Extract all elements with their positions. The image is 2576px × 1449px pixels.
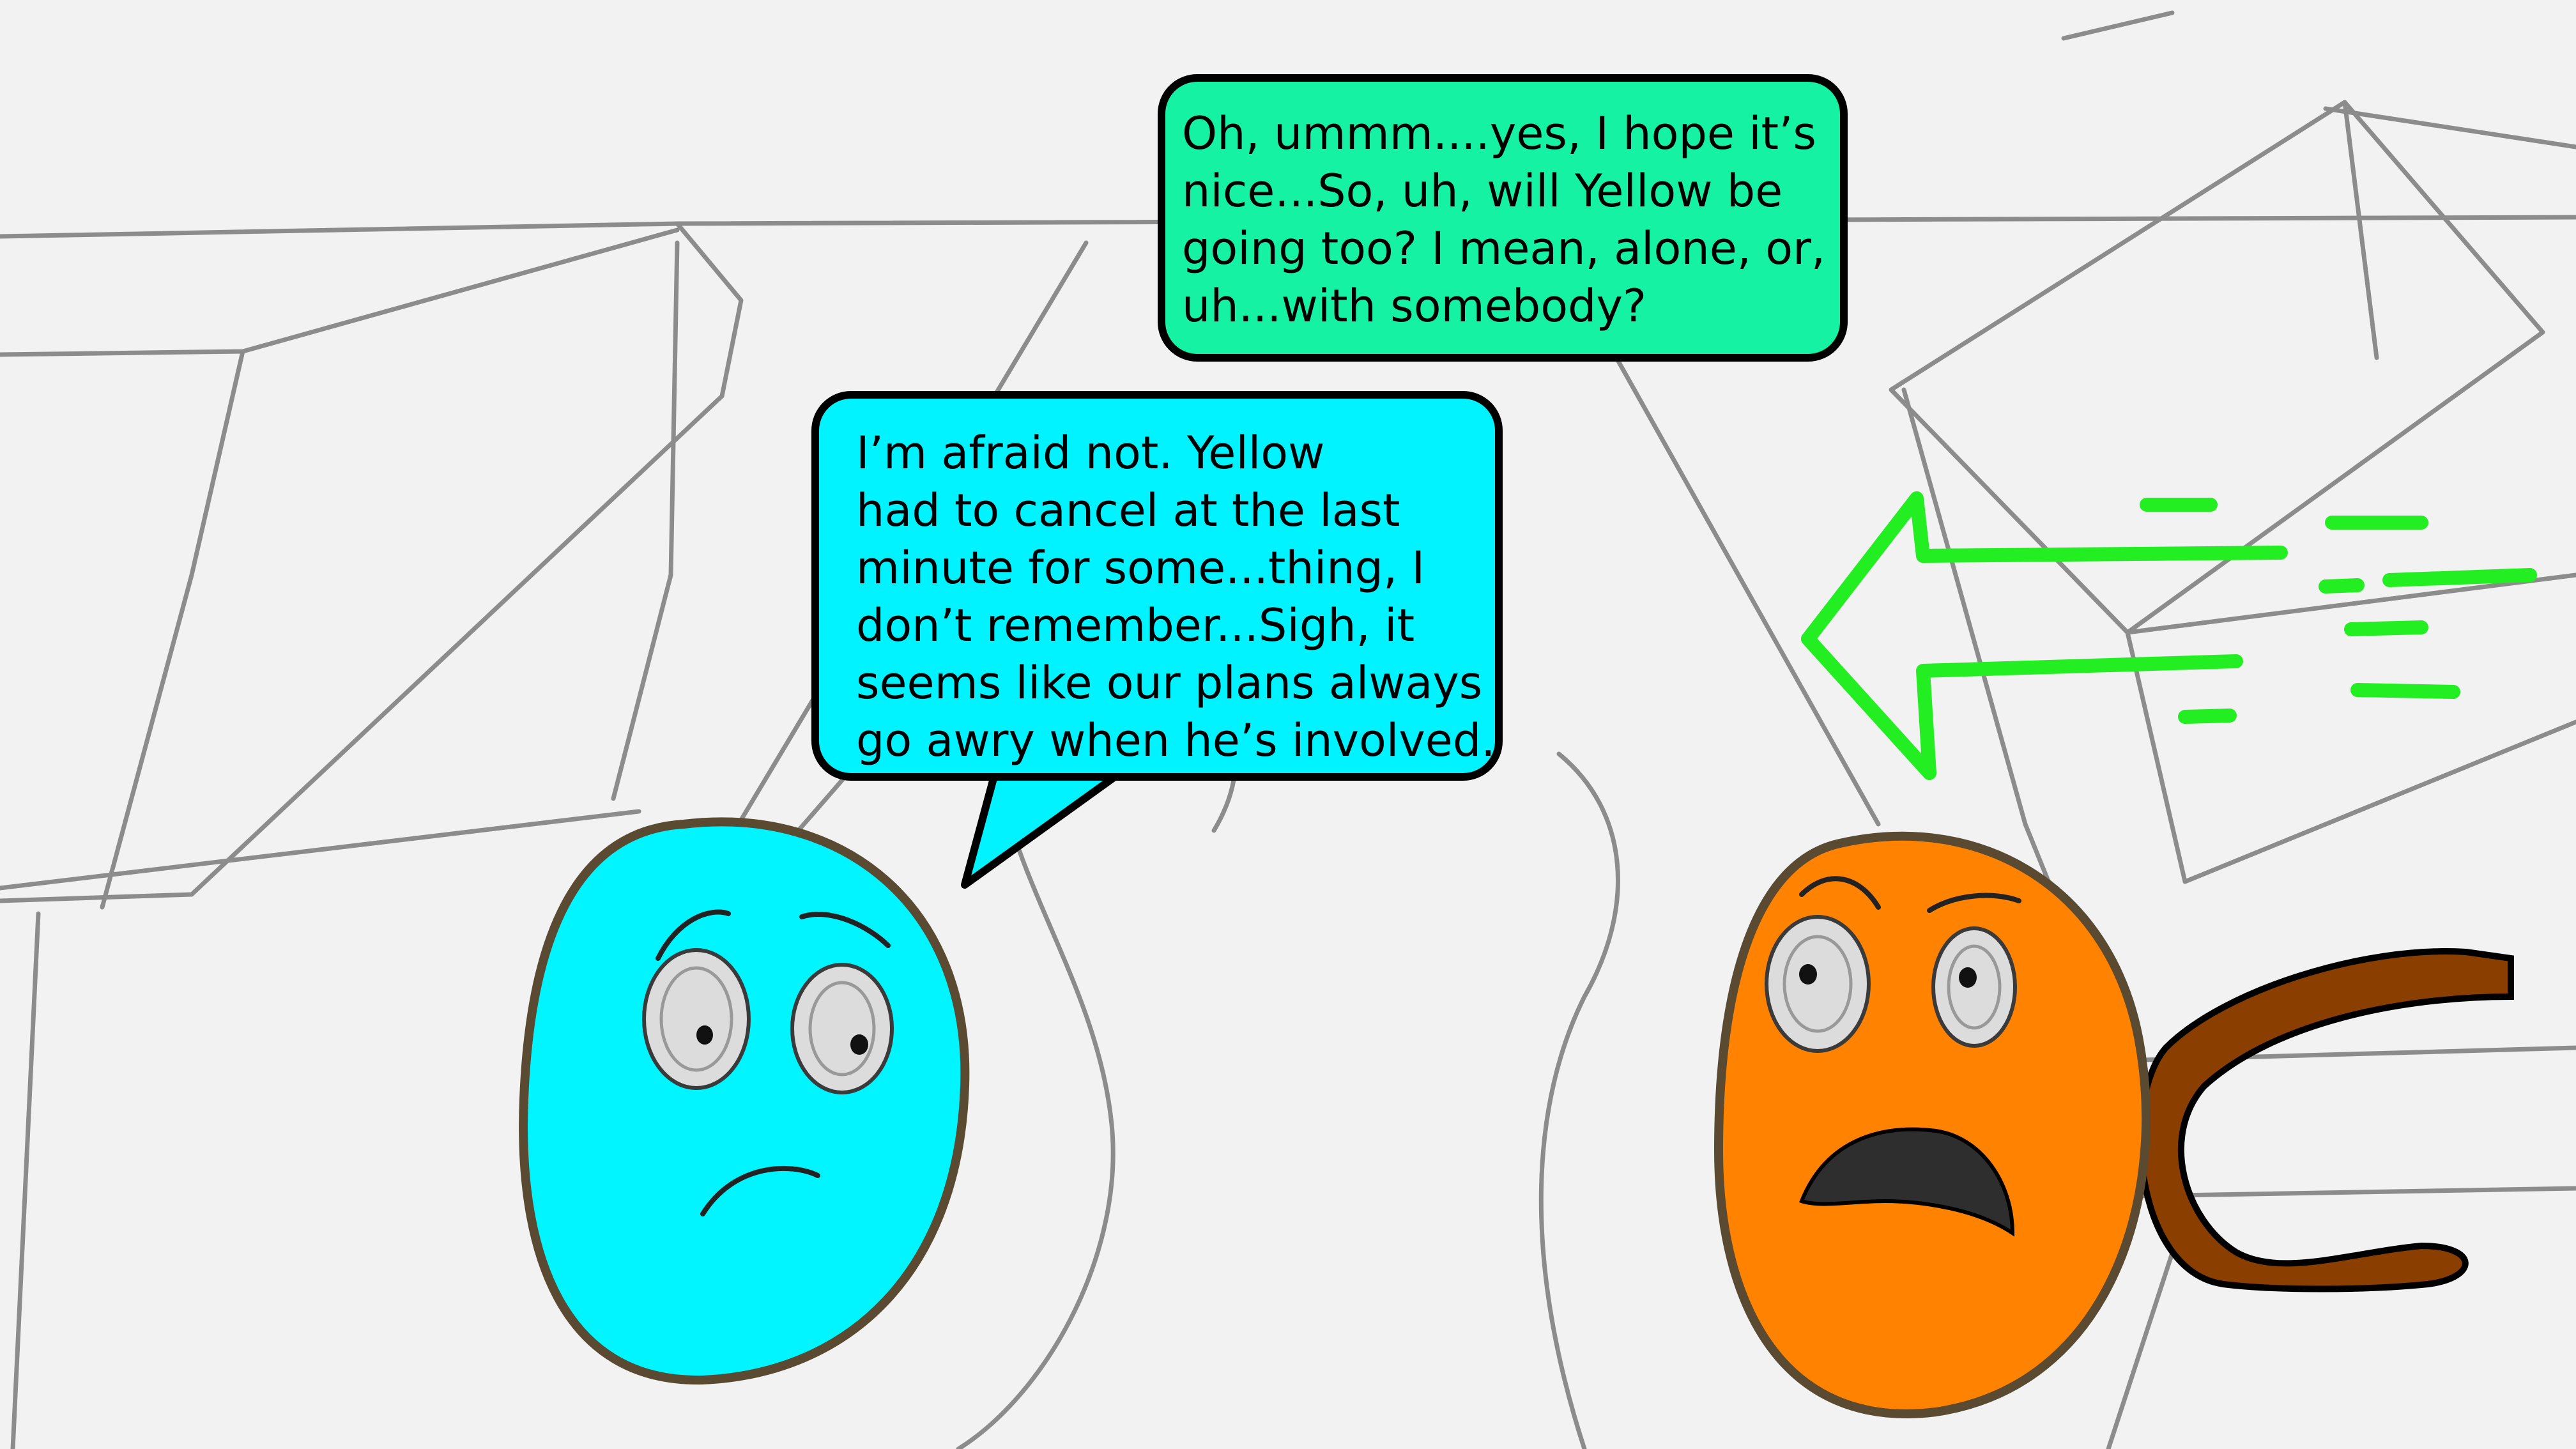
speech-line: had to cancel at the last [856, 484, 1400, 537]
speech-line: seems like our plans always [856, 657, 1483, 709]
speech-line: minute for some...thing, I [856, 542, 1425, 594]
speech-line: nice...So, uh, will Yellow be [1182, 165, 1783, 217]
green-speech-bubble: Oh, ummm....yes, I hope it’s nice...So, … [1158, 74, 1848, 362]
speech-line: I’m afraid not. Yellow [856, 427, 1325, 479]
cyan-speech-bubble: I’m afraid not. Yellow had to cancel at … [811, 391, 1503, 781]
speech-line: uh...with somebody? [1182, 280, 1647, 332]
speech-line: don’t remember...Sigh, it [856, 599, 1415, 652]
comic-panel: I’m afraid not. Yellow had to cancel at … [0, 0, 2576, 1449]
speech-line: go awry when he’s involved. [856, 714, 1496, 767]
speech-line: going too? I mean, alone, or, [1182, 222, 1826, 275]
speech-line: Oh, ummm....yes, I hope it’s [1182, 107, 1816, 160]
